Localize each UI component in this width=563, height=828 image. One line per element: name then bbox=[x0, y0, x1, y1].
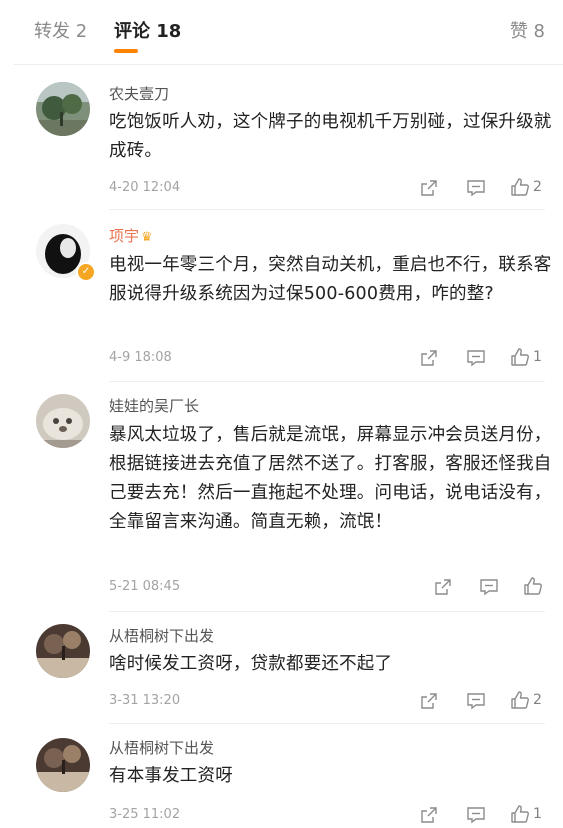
comment-panel: 转发 2 评论 18 赞 8 农夫壹刀 吃饱饭听人劝，这个牌子的电视机千万别碰，… bbox=[14, 0, 563, 828]
verified-badge-icon: ✓ bbox=[76, 262, 96, 282]
username-text: 项宇 bbox=[109, 227, 140, 245]
comment-text: 有本事发工资呀 bbox=[109, 766, 233, 786]
share-icon[interactable] bbox=[420, 691, 438, 711]
landscape-avatar[interactable] bbox=[36, 82, 90, 136]
tree-avatar[interactable] bbox=[36, 738, 90, 792]
share-icon[interactable] bbox=[420, 348, 438, 368]
like-count: 2 bbox=[533, 692, 542, 708]
like-button[interactable]: 1 bbox=[510, 804, 542, 824]
comment-text: 暴风太垃圾了，售后就是流氓，屏幕显示冲会员送月份，根据链接进去充值了居然不送了。… bbox=[109, 425, 552, 532]
like-button[interactable]: 1 bbox=[510, 347, 542, 367]
comment-item: 从梧桐树下出发 啥时候发工资呀，贷款都要还不起了 3-31 13:20 2 bbox=[14, 612, 563, 724]
tree-avatar[interactable] bbox=[36, 624, 90, 678]
thumbs-up-icon bbox=[524, 577, 542, 595]
comment-time: 3-31 13:20 bbox=[109, 693, 181, 708]
like-button[interactable]: 2 bbox=[510, 177, 542, 197]
tab-bar: 转发 2 评论 18 赞 8 bbox=[14, 0, 563, 65]
tab-repost[interactable]: 转发 2 bbox=[34, 20, 87, 44]
comment-item: ✓ 项宇 ♛ 电视一年零三个月，突然自动关机，重启也不行，联系客服说得升级系统因为… bbox=[14, 210, 563, 382]
thumbs-up-icon bbox=[511, 805, 529, 823]
reply-icon[interactable] bbox=[466, 691, 486, 711]
tab-likes[interactable]: 赞 8 bbox=[510, 20, 545, 44]
comment-item: 娃娃的吴厂长 暴风太垃圾了，售后就是流氓，屏幕显示冲会员送月份，根据链接进去充值… bbox=[14, 382, 563, 612]
dog-avatar[interactable] bbox=[36, 394, 90, 448]
share-icon[interactable] bbox=[420, 178, 438, 198]
like-button[interactable] bbox=[523, 576, 546, 596]
reply-icon[interactable] bbox=[466, 348, 486, 368]
comment-username[interactable]: 项宇 ♛ bbox=[109, 226, 153, 248]
share-icon[interactable] bbox=[434, 577, 452, 597]
reply-icon[interactable] bbox=[479, 577, 499, 597]
comment-text: 啥时候发工资呀，贷款都要还不起了 bbox=[109, 654, 393, 674]
comment-time: 5-21 08:45 bbox=[109, 579, 181, 594]
comment-time: 3-25 11:02 bbox=[109, 807, 181, 822]
comment-item: 农夫壹刀 吃饱饭听人劝，这个牌子的电视机千万别碰，过保升级就成砖。 4-20 1… bbox=[14, 64, 563, 210]
comment-text: 吃饱饭听人劝，这个牌子的电视机千万别碰，过保升级就成砖。 bbox=[109, 112, 552, 161]
reply-icon[interactable] bbox=[466, 178, 486, 198]
comment-username[interactable]: 农夫壹刀 bbox=[109, 84, 169, 104]
active-tab-indicator bbox=[114, 49, 138, 53]
comment-item: 从梧桐树下出发 有本事发工资呀 3-25 11:02 1 bbox=[14, 724, 563, 828]
thumbs-up-icon bbox=[511, 348, 529, 366]
like-button[interactable]: 2 bbox=[510, 690, 542, 710]
comment-username[interactable]: 娃娃的吴厂长 bbox=[109, 396, 199, 416]
like-count: 1 bbox=[533, 806, 542, 822]
comment-username[interactable]: 从梧桐树下出发 bbox=[109, 738, 214, 758]
thumbs-up-icon bbox=[511, 178, 529, 196]
thumbs-up-icon bbox=[511, 691, 529, 709]
vip-crown-icon: ♛ bbox=[141, 230, 153, 245]
like-count: 2 bbox=[533, 179, 542, 195]
reply-icon[interactable] bbox=[466, 805, 486, 825]
comment-time: 4-20 12:04 bbox=[109, 180, 181, 195]
tab-comments[interactable]: 评论 18 bbox=[114, 20, 181, 44]
comment-time: 4-9 18:08 bbox=[109, 350, 172, 365]
share-icon[interactable] bbox=[420, 805, 438, 825]
comment-username[interactable]: 从梧桐树下出发 bbox=[109, 626, 214, 646]
comment-text: 电视一年零三个月，突然自动关机，重启也不行，联系客服说得升级系统因为过保500-… bbox=[109, 255, 552, 304]
like-count: 1 bbox=[533, 349, 542, 365]
